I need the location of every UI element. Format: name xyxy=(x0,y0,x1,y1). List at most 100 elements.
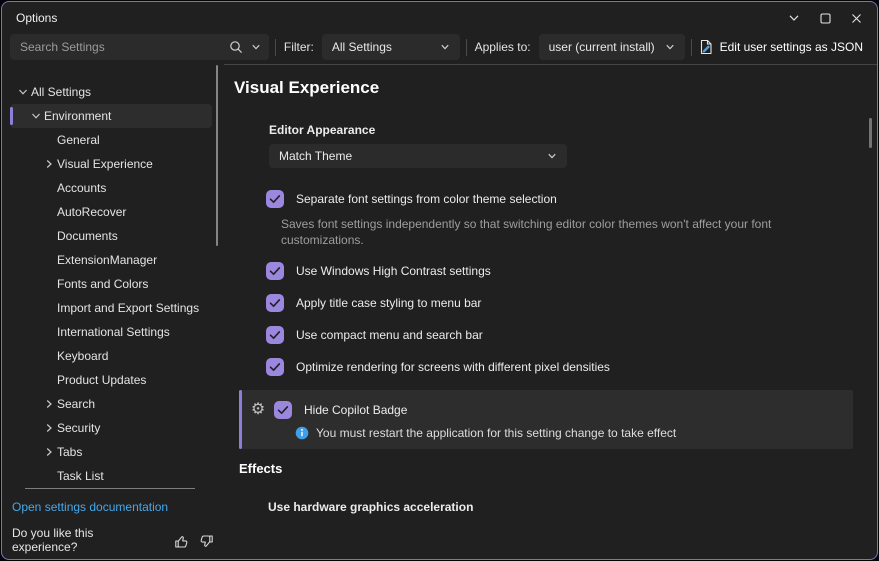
info-icon xyxy=(295,426,309,440)
sidebar-item-search[interactable]: Search xyxy=(10,392,212,416)
editor-appearance-label: Editor Appearance xyxy=(269,123,877,137)
thumbs-down-icon[interactable] xyxy=(199,534,214,549)
search-options-chevron-icon[interactable] xyxy=(251,42,261,52)
footer-divider xyxy=(25,488,195,489)
maximize-button[interactable] xyxy=(814,8,836,28)
feedback-question: Do you like this experience? xyxy=(12,526,160,554)
sidebar-item-extensionmanager[interactable]: ExtensionManager xyxy=(10,248,212,272)
search-box[interactable] xyxy=(10,34,269,60)
checkbox-optimize-rendering-for-screens-with-diff[interactable] xyxy=(266,358,284,376)
close-button[interactable] xyxy=(845,8,867,28)
chevron-right-icon[interactable] xyxy=(40,159,57,169)
sidebar-item-accounts[interactable]: Accounts xyxy=(10,176,212,200)
setting-description: Saves font settings independently so tha… xyxy=(281,216,846,248)
effects-heading: Effects xyxy=(239,461,877,476)
sidebar-item-documents[interactable]: Documents xyxy=(10,224,212,248)
checkbox-separate-font-settings-from-color-theme-[interactable] xyxy=(266,190,284,208)
search-input[interactable] xyxy=(20,40,229,54)
sidebar-item-label: Search xyxy=(57,397,95,411)
sidebar-item-import-and-export-settings[interactable]: Import and Export Settings xyxy=(10,296,212,320)
sidebar-item-autorecover[interactable]: AutoRecover xyxy=(10,200,212,224)
editor-appearance-group: Editor Appearance Match Theme xyxy=(269,123,877,168)
sidebar-item-label: Accounts xyxy=(57,181,106,195)
dialog-body: All Settings Environment General Visual Exp… xyxy=(2,64,877,559)
setting-row-use-compact-menu-and-search-bar: Use compact menu and search bar xyxy=(266,326,877,344)
sidebar-item-visual-experience[interactable]: Visual Experience xyxy=(10,152,212,176)
checkbox-apply-title-case-styling-to-menu-bar[interactable] xyxy=(266,294,284,312)
sidebar-item-label: Documents xyxy=(57,229,118,243)
editor-appearance-dropdown[interactable]: Match Theme xyxy=(269,144,567,168)
sidebar-item-label: Keyboard xyxy=(57,349,108,363)
sidebar-item-label: Import and Export Settings xyxy=(57,301,199,315)
edit-json-icon xyxy=(698,39,714,55)
chevron-down-icon xyxy=(430,42,450,52)
toolbar-divider xyxy=(466,39,467,56)
chevron-down-icon[interactable] xyxy=(14,87,31,97)
open-settings-documentation-link[interactable]: Open settings documentation xyxy=(12,500,214,514)
sidebar-item-label: Security xyxy=(57,421,100,435)
chevron-down-icon xyxy=(655,42,675,52)
sidebar-item-label: All Settings xyxy=(31,85,91,99)
edit-json-button[interactable]: Edit user settings as JSON xyxy=(698,39,863,55)
chevron-right-icon[interactable] xyxy=(40,447,57,457)
settings-tree: All Settings Environment General Visual Exp… xyxy=(2,64,224,488)
content-scrollbar[interactable] xyxy=(869,118,872,148)
selection-accent-bar xyxy=(10,107,13,125)
gear-icon[interactable]: ⚙ xyxy=(249,402,267,418)
hide-copilot-badge-row: ⚙ Hide Copilot Badge xyxy=(239,401,853,419)
window-controls xyxy=(783,8,867,28)
sidebar-scrollbar[interactable] xyxy=(216,65,218,246)
chevron-right-icon[interactable] xyxy=(40,399,57,409)
setting-label: Use compact menu and search bar xyxy=(296,328,483,342)
sidebar-item-international-settings[interactable]: International Settings xyxy=(10,320,212,344)
chevron-right-icon[interactable] xyxy=(40,423,57,433)
sidebar-item-general[interactable]: General xyxy=(10,128,212,152)
hide-copilot-badge-checkbox[interactable] xyxy=(274,401,292,419)
applies-to-dropdown-value: user (current install) xyxy=(549,40,655,54)
setting-label: Use Windows High Contrast settings xyxy=(296,264,491,278)
sidebar-item-tabs[interactable]: Tabs xyxy=(10,440,212,464)
window-chevron-button[interactable] xyxy=(783,8,805,28)
toolbar-divider xyxy=(691,39,692,56)
sidebar-item-fonts-and-colors[interactable]: Fonts and Colors xyxy=(10,272,212,296)
sidebar-item-label: ExtensionManager xyxy=(57,253,157,267)
sidebar-item-all-settings[interactable]: All Settings xyxy=(10,80,212,104)
highlight-accent-bar xyxy=(239,390,242,449)
checkbox-use-compact-menu-and-search-bar[interactable] xyxy=(266,326,284,344)
sidebar-footer: Open settings documentation Do you like … xyxy=(2,488,224,560)
setting-row-apply-title-case-styling-to-menu-bar: Apply title case styling to menu bar xyxy=(266,294,877,312)
toolbar-divider xyxy=(275,39,276,56)
options-dialog: Options Filter: All Settings Applies to xyxy=(1,1,878,560)
hardware-acceleration-label: Use hardware graphics acceleration xyxy=(268,500,877,514)
restart-info-text: You must restart the application for thi… xyxy=(316,426,676,440)
feedback-row: Do you like this experience? xyxy=(12,526,214,554)
sidebar-item-label: Fonts and Colors xyxy=(57,277,148,291)
sidebar-item-keyboard[interactable]: Keyboard xyxy=(10,344,212,368)
sidebar-item-task-list[interactable]: Task List xyxy=(10,464,212,488)
sidebar-item-environment[interactable]: Environment xyxy=(10,104,212,128)
chevron-down-icon[interactable] xyxy=(27,111,44,121)
filter-dropdown[interactable]: All Settings xyxy=(322,34,460,60)
settings-sidebar: All Settings Environment General Visual Exp… xyxy=(2,64,224,559)
thumbs-up-icon[interactable] xyxy=(174,534,189,549)
sidebar-item-product-updates[interactable]: Product Updates xyxy=(10,368,212,392)
sidebar-item-label: Product Updates xyxy=(57,373,146,387)
hide-copilot-badge-setting[interactable]: ⚙ Hide Copilot Badge You must restart th… xyxy=(239,390,853,449)
window-title: Options xyxy=(16,11,57,25)
search-icon[interactable] xyxy=(229,40,243,54)
settings-content: Visual Experience Editor Appearance Matc… xyxy=(224,64,877,559)
settings-toolbar: Filter: All Settings Applies to: user (c… xyxy=(2,34,877,64)
sidebar-item-label: General xyxy=(57,133,100,147)
edit-json-label: Edit user settings as JSON xyxy=(720,40,863,54)
applies-to-dropdown[interactable]: user (current install) xyxy=(539,34,685,60)
setting-row-use-windows-high-contrast-settings: Use Windows High Contrast settings xyxy=(266,262,877,280)
setting-label: Hide Copilot Badge xyxy=(304,403,407,417)
chevron-down-icon xyxy=(788,12,800,24)
setting-label: Apply title case styling to menu bar xyxy=(296,296,481,310)
checkbox-use-windows-high-contrast-settings[interactable] xyxy=(266,262,284,280)
sidebar-item-label: AutoRecover xyxy=(57,205,126,219)
sidebar-item-label: Environment xyxy=(44,109,111,123)
sidebar-item-security[interactable]: Security xyxy=(10,416,212,440)
title-bar: Options xyxy=(2,2,877,34)
sidebar-item-label: International Settings xyxy=(57,325,170,339)
